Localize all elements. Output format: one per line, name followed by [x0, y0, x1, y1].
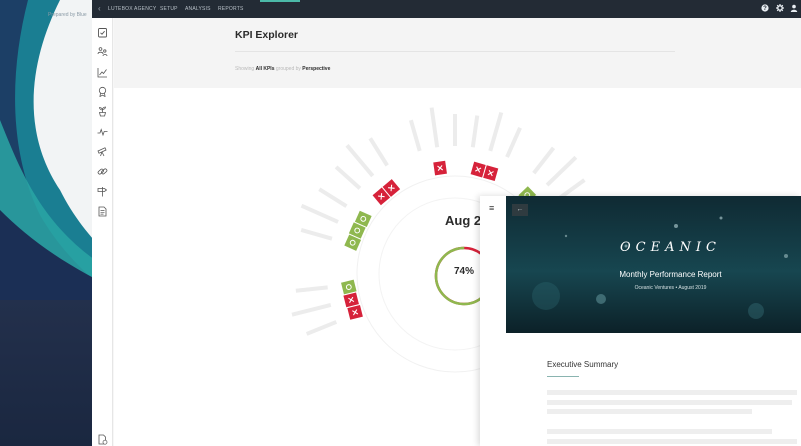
ocean-bubbles-graphic: [532, 216, 788, 319]
page-header: KPI Explorer Showing All KPIs grouped by…: [114, 18, 801, 88]
kpi-spoke: [429, 107, 440, 148]
checklist-icon[interactable]: [97, 25, 108, 38]
section-underline: [547, 376, 579, 377]
kpi-on-track-marker[interactable]: [341, 279, 357, 295]
plant-icon[interactable]: [97, 104, 108, 117]
kpi-off-track-marker[interactable]: [343, 292, 359, 308]
user-icon[interactable]: [790, 4, 798, 12]
active-tab-indicator: [260, 0, 300, 2]
kpi-off-track-marker[interactable]: [470, 161, 486, 178]
kpi-spoke: [505, 127, 522, 158]
text-placeholder-line: [547, 409, 752, 414]
report-preview-panel: ≡ ← OCEANIC Monthly Performance Report O…: [480, 196, 801, 446]
kpi-spoke: [318, 187, 348, 208]
link-icon[interactable]: [97, 164, 108, 175]
kpi-spoke: [532, 146, 556, 175]
kpi-spoke: [545, 155, 578, 187]
nav-reports[interactable]: REPORTS: [218, 6, 243, 12]
kpi-spoke: [300, 203, 339, 224]
header-divider: [235, 51, 675, 52]
menu-icon[interactable]: ≡: [489, 204, 494, 213]
filter-middle: grouped by: [275, 66, 301, 72]
kpi-spoke: [408, 119, 422, 152]
kpi-spoke: [345, 144, 375, 178]
text-placeholder-line: [547, 429, 772, 434]
document-icon[interactable]: [97, 204, 108, 217]
nav-analysis[interactable]: ANALYSIS: [185, 6, 211, 12]
desk-background: [0, 300, 100, 446]
svg-text:?: ?: [763, 6, 767, 12]
top-nav-bar: ‹ LUTEBOX AGENCY SETUP ANALYSIS REPORTS …: [92, 0, 801, 18]
score-percent: 74%: [453, 266, 474, 277]
kpi-spoke: [291, 303, 332, 317]
report-side-strip: ≡: [480, 196, 506, 446]
report-back-button[interactable]: ←: [512, 204, 528, 216]
report-meta: Oceanic Ventures • August 2019: [634, 285, 707, 291]
text-placeholder-line: [547, 390, 797, 395]
help-icon[interactable]: ?: [761, 4, 769, 12]
kpi-off-track-marker[interactable]: [347, 304, 363, 320]
kpi-spoke: [305, 320, 338, 336]
kpi-off-track-marker[interactable]: [433, 160, 447, 176]
kpi-spoke: [300, 227, 333, 241]
pulse-icon[interactable]: [97, 124, 108, 137]
telescope-icon[interactable]: [97, 144, 108, 157]
report-subtitle: Monthly Performance Report: [619, 270, 722, 279]
report-hero: ← OCEANIC Monthly Performance Report Oce…: [506, 196, 801, 333]
kpi-spoke: [334, 165, 362, 190]
kpi-spoke: [488, 111, 504, 152]
kpi-spoke: [295, 285, 328, 293]
filter-scope-link[interactable]: All KPIs: [256, 66, 275, 72]
help-doc-icon[interactable]: [97, 432, 108, 445]
signpost-icon[interactable]: [97, 184, 108, 197]
sidebar: [92, 18, 113, 446]
kpi-off-track-marker[interactable]: [483, 165, 499, 182]
text-placeholder-line: [547, 400, 792, 405]
nav-setup[interactable]: SETUP: [160, 6, 178, 12]
filter-prefix: Showing: [235, 66, 255, 72]
kpi-spoke: [470, 115, 480, 148]
settings-icon[interactable]: [776, 4, 784, 12]
section-heading: Executive Summary: [547, 360, 619, 369]
text-placeholder-line: [547, 439, 797, 444]
people-icon[interactable]: [97, 44, 108, 57]
back-chevron-icon[interactable]: ‹: [98, 4, 101, 14]
kpi-spoke: [368, 137, 389, 167]
report-brand: OCEANIC: [620, 240, 721, 255]
chart-line-icon[interactable]: [97, 65, 108, 78]
prepared-by-text: Prepared by Blue: [48, 12, 87, 18]
filter-summary: Showing All KPIs grouped by Perspective: [235, 66, 330, 72]
badge-icon[interactable]: [97, 84, 108, 98]
filter-group-link[interactable]: Perspective: [302, 66, 330, 72]
nav-agency[interactable]: LUTEBOX AGENCY: [108, 6, 156, 12]
page-title: KPI Explorer: [235, 29, 299, 41]
